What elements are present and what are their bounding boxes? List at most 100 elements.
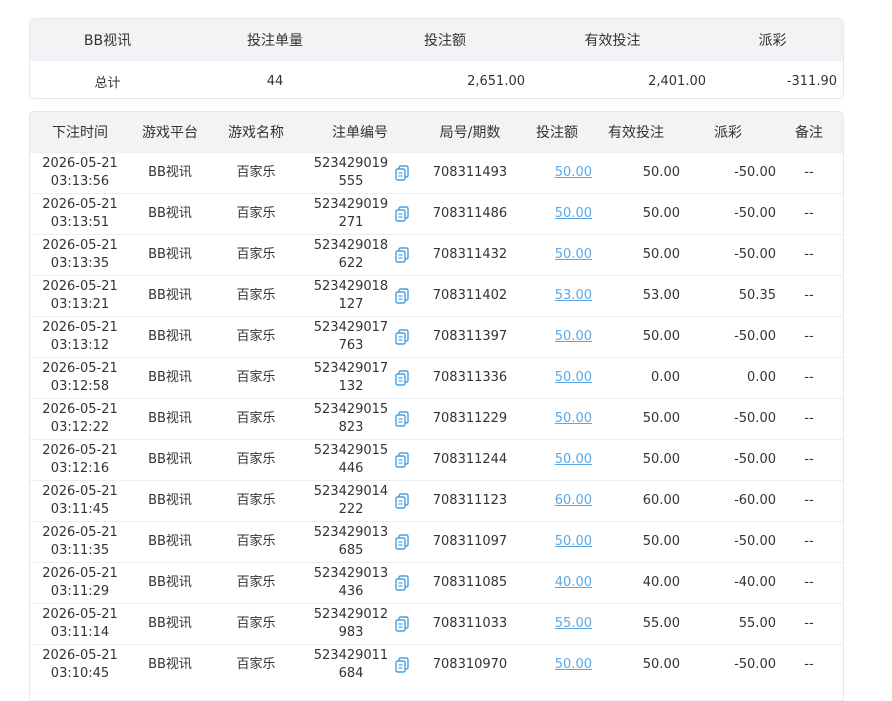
header-note: 备注	[795, 125, 823, 141]
bet-amount-link[interactable]: 50.00	[555, 165, 592, 180]
round-cell: 708311097	[432, 534, 508, 549]
order-number-cell: 523429014222	[302, 483, 418, 519]
valid-bet-cell: 50.00	[642, 247, 680, 262]
game-name-cell: 百家乐	[236, 329, 276, 344]
round-cell: 708311229	[432, 411, 508, 426]
summary-header-row: BB视讯 投注单量 投注额 有效投注 派彩	[30, 19, 843, 60]
order-number: 523429013685	[313, 525, 389, 558]
copy-icon[interactable]	[395, 206, 409, 222]
copy-icon[interactable]	[395, 616, 409, 632]
order-number: 523429015823	[313, 402, 389, 435]
summary-table: BB视讯 投注单量 投注额 有效投注 派彩 总计 44 2,651.00 2,4…	[29, 18, 844, 99]
bet-date: 2026-05-21	[42, 484, 118, 499]
bet-amount-link[interactable]: 53.00	[555, 288, 592, 303]
copy-icon[interactable]	[395, 452, 409, 468]
bet-time-cell: 2026-05-21 03:13:12	[30, 319, 130, 355]
bet-amount-cell: 50.00	[522, 205, 592, 223]
round-cell: 708311336	[432, 370, 508, 385]
order-number-cell: 523429013436	[302, 565, 418, 601]
payout-cell: -50.00	[734, 247, 776, 262]
payout-cell: -60.00	[734, 493, 776, 508]
bet-time: 03:11:29	[50, 584, 110, 599]
order-number-cell: 523429015823	[302, 401, 418, 437]
platform-cell: BB视讯	[148, 452, 192, 467]
bet-amount-link[interactable]: 50.00	[555, 534, 592, 549]
table-row: 2026-05-21 03:11:14 BB视讯 百家乐 52342901298…	[30, 603, 843, 644]
bet-amount-link[interactable]: 50.00	[555, 452, 592, 467]
valid-bet-cell: 55.00	[642, 616, 680, 631]
order-number-cell: 523429018127	[302, 278, 418, 314]
copy-icon[interactable]	[395, 165, 409, 181]
copy-icon[interactable]	[395, 247, 409, 263]
game-name-cell: 百家乐	[236, 411, 276, 426]
order-number-cell: 523429015446	[302, 442, 418, 478]
payout-cell: -50.00	[734, 165, 776, 180]
note-cell: --	[804, 288, 814, 303]
bet-amount-link[interactable]: 60.00	[555, 493, 592, 508]
valid-bet-cell: 60.00	[642, 493, 680, 508]
order-number: 523429019271	[313, 197, 389, 230]
valid-bet-cell: 50.00	[642, 329, 680, 344]
bet-date: 2026-05-21	[42, 361, 118, 376]
bet-time: 03:13:21	[50, 297, 110, 312]
round-cell: 708311402	[432, 288, 508, 303]
bet-amount-link[interactable]: 55.00	[555, 616, 592, 631]
game-name-cell: 百家乐	[236, 616, 276, 631]
bet-amount-link[interactable]: 50.00	[555, 247, 592, 262]
bet-time: 03:13:51	[50, 215, 110, 230]
copy-icon[interactable]	[395, 370, 409, 386]
game-name-cell: 百家乐	[236, 534, 276, 549]
bet-date: 2026-05-21	[42, 320, 118, 335]
bet-date: 2026-05-21	[42, 566, 118, 581]
bet-time: 03:12:58	[50, 379, 110, 394]
payout-cell: -50.00	[734, 329, 776, 344]
bet-time: 03:10:45	[50, 666, 110, 681]
bet-table-body: 2026-05-21 03:13:56 BB视讯 百家乐 52342901955…	[30, 152, 843, 685]
note-cell: --	[804, 329, 814, 344]
note-cell: --	[804, 452, 814, 467]
bet-date: 2026-05-21	[42, 525, 118, 540]
bet-time: 03:11:14	[50, 625, 110, 640]
game-name-cell: 百家乐	[236, 206, 276, 221]
copy-icon[interactable]	[395, 534, 409, 550]
summary-header-valid-bet: 有效投注	[584, 32, 641, 49]
bet-amount-link[interactable]: 40.00	[555, 575, 592, 590]
bet-amount-link[interactable]: 50.00	[555, 411, 592, 426]
order-number-cell: 523429013685	[302, 524, 418, 560]
copy-icon[interactable]	[395, 411, 409, 427]
copy-icon[interactable]	[395, 575, 409, 591]
game-name-cell: 百家乐	[236, 165, 276, 180]
copy-icon[interactable]	[395, 288, 409, 304]
summary-header-payout: 派彩	[758, 32, 787, 49]
header-bet-amount: 投注额	[536, 125, 578, 141]
order-number-cell: 523429018622	[302, 237, 418, 273]
bet-amount-cell: 50.00	[522, 369, 592, 387]
copy-icon[interactable]	[395, 493, 409, 509]
bet-amount-cell: 53.00	[522, 287, 592, 305]
bet-time-cell: 2026-05-21 03:11:35	[30, 524, 130, 560]
copy-icon[interactable]	[395, 657, 409, 673]
round-cell: 708311244	[432, 452, 508, 467]
note-cell: --	[804, 411, 814, 426]
order-number-cell: 523429017763	[302, 319, 418, 355]
bet-amount-link[interactable]: 50.00	[555, 657, 592, 672]
bet-time-cell: 2026-05-21 03:11:14	[30, 606, 130, 642]
payout-cell: -50.00	[734, 206, 776, 221]
valid-bet-cell: 50.00	[642, 452, 680, 467]
bet-time-cell: 2026-05-21 03:13:21	[30, 278, 130, 314]
header-bet-time: 下注时间	[52, 125, 108, 141]
order-number: 523429014222	[313, 484, 389, 517]
game-name-cell: 百家乐	[236, 370, 276, 385]
platform-cell: BB视讯	[148, 288, 192, 303]
order-number: 523429011684	[313, 648, 389, 681]
valid-bet-cell: 50.00	[642, 411, 680, 426]
bet-amount-link[interactable]: 50.00	[555, 329, 592, 344]
table-row: 2026-05-21 03:13:51 BB视讯 百家乐 52342901927…	[30, 193, 843, 234]
bet-amount-link[interactable]: 50.00	[555, 370, 592, 385]
payout-cell: -40.00	[734, 575, 776, 590]
note-cell: --	[804, 206, 814, 221]
valid-bet-cell: 40.00	[642, 575, 680, 590]
copy-icon[interactable]	[395, 329, 409, 345]
table-row: 2026-05-21 03:11:35 BB视讯 百家乐 52342901368…	[30, 521, 843, 562]
bet-amount-link[interactable]: 50.00	[555, 206, 592, 221]
